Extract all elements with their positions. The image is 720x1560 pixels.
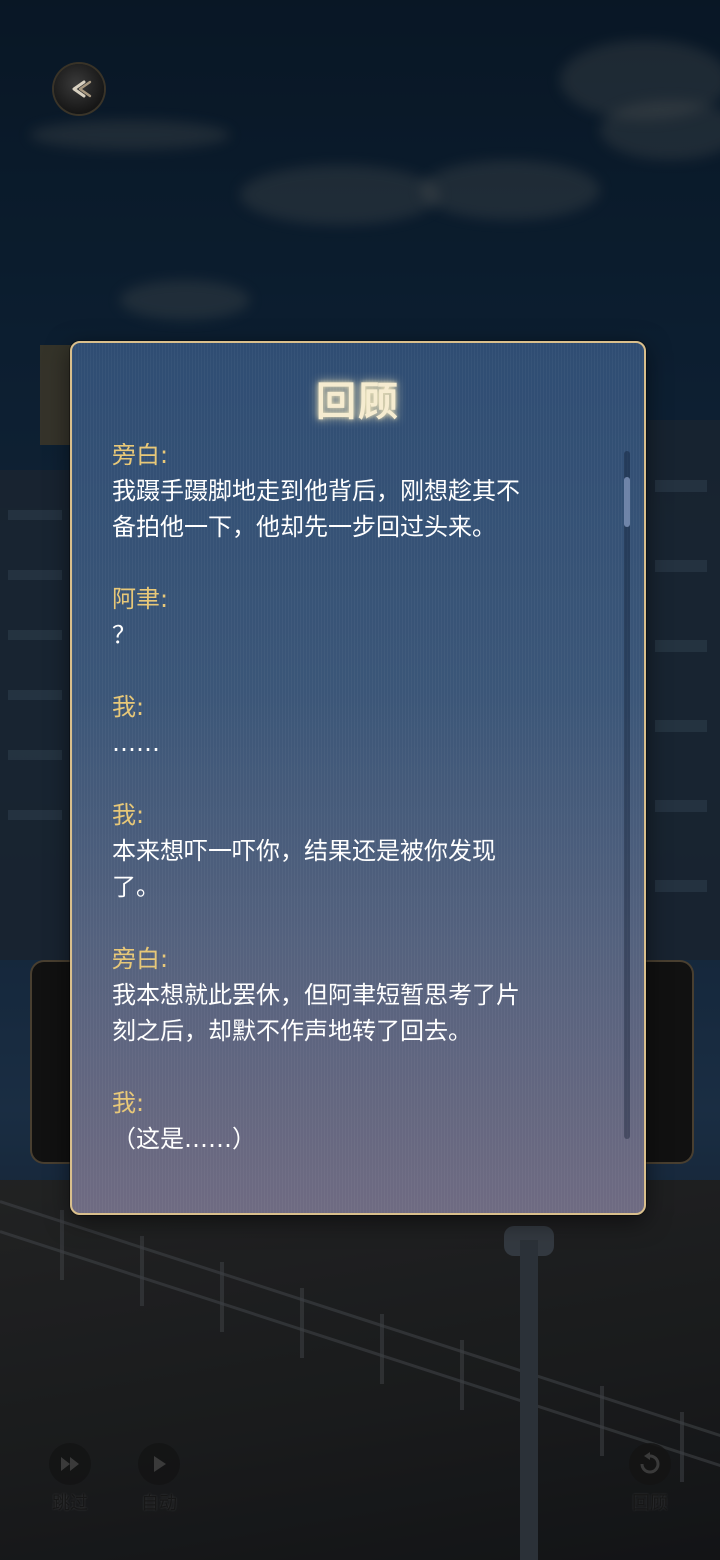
skip-button[interactable]: 跳过 xyxy=(40,1443,100,1515)
auto-button[interactable]: 自动 xyxy=(129,1443,189,1515)
dialogue-line: 了。 xyxy=(112,873,160,901)
auto-label: 自动 xyxy=(141,1493,177,1514)
log-entry: 我: 本来想吓一吓你，结果还是被你发现 了。 xyxy=(112,797,520,905)
speaker-name: 我: xyxy=(112,693,145,721)
back-button[interactable] xyxy=(54,64,104,114)
log-entry: 我: …… xyxy=(112,689,520,761)
review-button[interactable]: 回顾 xyxy=(620,1443,680,1515)
skip-label: 跳过 xyxy=(52,1493,88,1514)
back-arrow-icon xyxy=(72,80,92,98)
speaker-name: 我: xyxy=(112,1089,145,1117)
play-icon xyxy=(154,1456,166,1472)
speaker-name: 我: xyxy=(112,801,145,829)
dialogue-line: ？ xyxy=(112,621,136,649)
speaker-name: 旁白: xyxy=(112,443,169,469)
log-entry: 我: （这是……） xyxy=(112,1085,520,1157)
dialogue-line: …… xyxy=(112,729,160,757)
scrollbar-thumb[interactable] xyxy=(624,477,630,527)
dialogue-line: 我本想就此罢休，但阿聿短暂思考了片 xyxy=(112,981,520,1009)
log-entry: 旁白: 我蹑手蹑脚地走到他背后，刚想趁其不 备拍他一下，他却先一步回过头来。 xyxy=(112,443,520,545)
dialogue-line: （这是……） xyxy=(112,1125,256,1153)
dialogue-log[interactable]: 旁白: 我蹑手蹑脚地走到他背后，刚想趁其不 备拍他一下，他却先一步回过头来。 阿… xyxy=(112,443,602,1213)
replay-icon xyxy=(640,1452,660,1474)
review-panel: 回顾 旁白: 我蹑手蹑脚地走到他背后，刚想趁其不 备拍他一下，他却先一步回过头来… xyxy=(70,341,646,1215)
dialogue-line: 刻之后，却默不作声地转了回去。 xyxy=(112,1017,472,1045)
dialogue-line: 我蹑手蹑脚地走到他背后，刚想趁其不 xyxy=(112,477,520,505)
speaker-name: 阿聿: xyxy=(112,585,169,613)
dialogue-line: 备拍他一下，他却先一步回过头来。 xyxy=(112,513,496,541)
scrollbar-track[interactable] xyxy=(624,451,630,1139)
panel-title: 回顾 xyxy=(316,378,400,425)
speaker-name: 旁白: xyxy=(112,945,169,973)
fast-forward-icon xyxy=(61,1457,79,1471)
log-entry: 阿聿: ？ xyxy=(112,581,520,653)
review-label: 回顾 xyxy=(632,1493,668,1514)
dialogue-line: 本来想吓一吓你，结果还是被你发现 xyxy=(112,837,496,865)
log-entry: 旁白: 我本想就此罢休，但阿聿短暂思考了片 刻之后，却默不作声地转了回去。 xyxy=(112,941,520,1049)
